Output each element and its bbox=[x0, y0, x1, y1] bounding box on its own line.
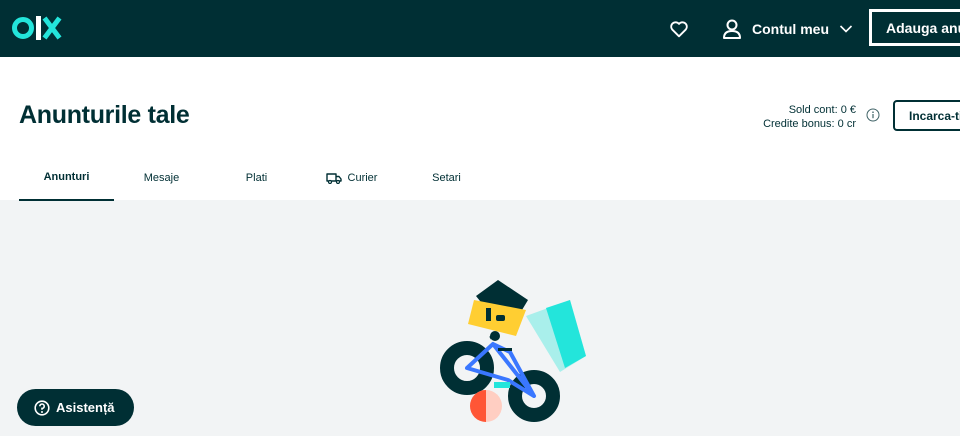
help-button[interactable]: Asistență bbox=[17, 389, 134, 426]
tab-curier[interactable]: Curier bbox=[304, 155, 399, 201]
tab-label: Setari bbox=[432, 172, 461, 184]
truck-icon bbox=[325, 173, 342, 184]
post-ad-button[interactable]: Adauga anunt bbox=[869, 9, 960, 46]
top-navigation-bar: Contul meu Adauga anunt bbox=[0, 0, 960, 57]
page-title: Anunturile tale bbox=[19, 101, 190, 129]
empty-state-illustration bbox=[440, 280, 586, 422]
tab-label: Curier bbox=[347, 172, 378, 184]
tab-setari[interactable]: Setari bbox=[399, 155, 494, 201]
tab-label: Anunturi bbox=[43, 171, 90, 183]
help-label: Asistență bbox=[56, 400, 115, 415]
info-icon[interactable] bbox=[866, 108, 880, 122]
tab-label: Plati bbox=[245, 172, 268, 184]
tab-anunturi[interactable]: Anunturi bbox=[19, 155, 114, 201]
account-menu[interactable]: Contul meu bbox=[722, 17, 853, 41]
account-tabs: Anunturi Mesaje Plati Curier Setari bbox=[19, 155, 519, 201]
chevron-down-icon bbox=[839, 25, 853, 33]
tab-plati[interactable]: Plati bbox=[209, 155, 304, 201]
bonus-credits-line: Credite bonus: 0 cr bbox=[763, 118, 856, 130]
account-balance: Sold cont: 0 € Credite bonus: 0 cr bbox=[763, 103, 856, 131]
tab-mesaje[interactable]: Mesaje bbox=[114, 155, 209, 201]
user-icon bbox=[723, 19, 741, 39]
tab-label: Mesaje bbox=[143, 172, 180, 184]
question-icon bbox=[34, 399, 50, 416]
olx-logo[interactable] bbox=[12, 11, 72, 45]
top-up-button[interactable]: Incarca-ti contul bbox=[893, 100, 960, 131]
heart-icon[interactable] bbox=[668, 18, 690, 40]
balance-line: Sold cont: 0 € bbox=[788, 104, 856, 116]
account-label: Contul meu bbox=[752, 21, 829, 37]
